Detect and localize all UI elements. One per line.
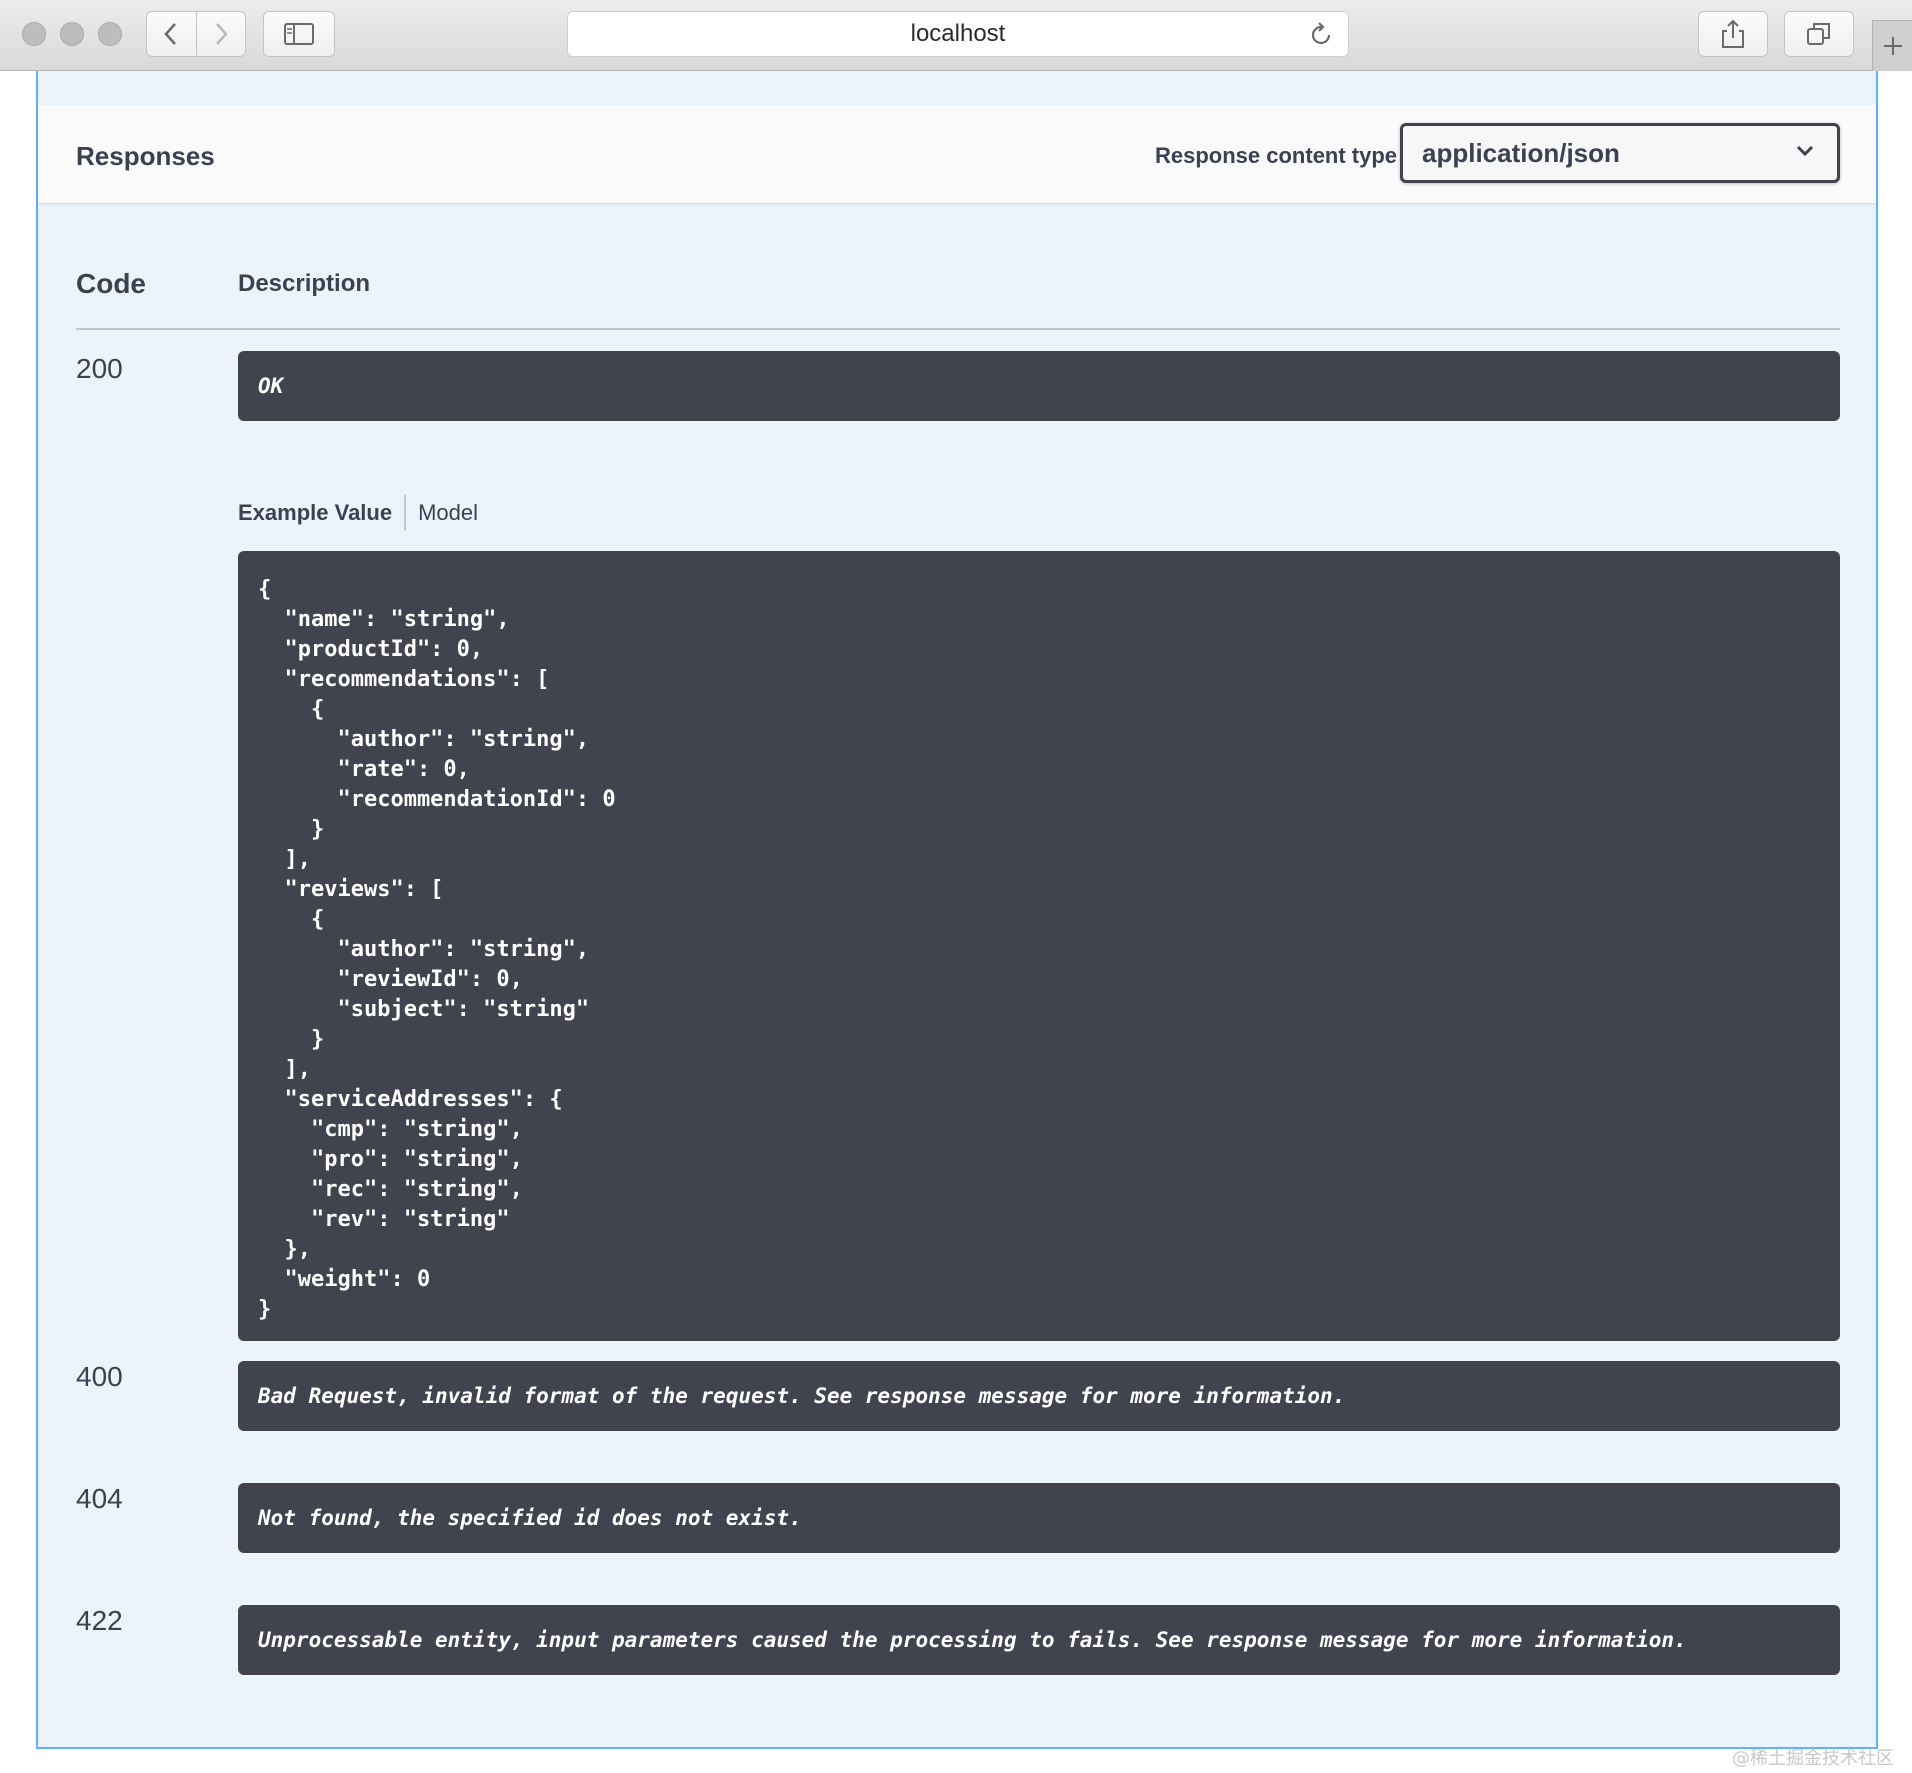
address-text: localhost [910,20,1006,47]
watermark: @稀土掘金技术社区 [1732,1748,1894,1769]
response-code-422: 422 [76,1605,123,1636]
share-icon [1722,19,1744,48]
response-code-200: 200 [76,353,123,384]
reload-icon[interactable] [1308,22,1334,48]
close-window-button[interactable] [22,22,46,46]
tabs-overview-button[interactable] [1784,11,1854,57]
tab-model[interactable]: Model [418,500,478,526]
response-code-404: 404 [76,1483,123,1514]
responses-header: Responses Response content type applicat… [38,105,1876,203]
new-tab-button[interactable] [1872,20,1912,71]
zoom-window-button[interactable] [98,22,122,46]
content-type-select[interactable]: application/json [1400,123,1840,183]
example-value-box: { "name": "string", "productId": 0, "rec… [238,551,1840,1341]
tabs-icon [1807,23,1830,45]
address-bar[interactable]: localhost [567,11,1349,57]
chevron-down-icon [1796,145,1814,157]
chevron-left-icon [164,23,177,45]
sidebar-toggle-button[interactable] [263,11,335,57]
responses-title: Responses [76,141,215,171]
code-column-header: Code [76,268,146,299]
response-description-400: Bad Request, invalid format of the reque… [238,1361,1840,1431]
response-description-200: OK [238,351,1840,421]
forward-button[interactable] [195,12,246,56]
plus-icon [1883,37,1902,55]
example-value-json: { "name": "string", "productId": 0, "rec… [258,577,616,1322]
response-description-404: Not found, the specified id does not exi… [238,1483,1840,1553]
tab-divider [404,495,407,531]
example-tabs: Example Value Model [238,495,478,531]
sidebar-icon [284,23,314,45]
share-button[interactable] [1698,11,1768,57]
table-header-divider [76,328,1840,330]
back-button[interactable] [147,12,196,56]
navigation-buttons [146,11,246,57]
chevron-right-icon [215,23,228,45]
content-type-value: application/json [1422,137,1620,168]
browser-toolbar: localhost [0,0,1912,71]
tab-example-value[interactable]: Example Value [238,500,392,526]
description-column-header: Description [238,270,371,297]
operation-block: Responses Response content type applicat… [36,71,1878,1749]
content-type-label: Response content type [1155,143,1398,168]
response-description-422: Unprocessable entity, input parameters c… [238,1605,1840,1675]
minimize-window-button[interactable] [60,22,84,46]
response-code-400: 400 [76,1361,123,1392]
